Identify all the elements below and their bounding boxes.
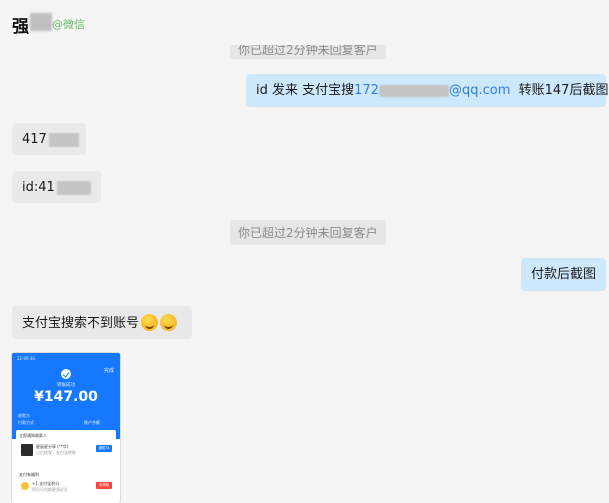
- payment-screenshot-image[interactable]: 22:09 4G 完成 转账成功 ¥147.00 收款方 付款方式 账户余额 立…: [12, 353, 120, 503]
- screenshot-row-label: 付款方式: [18, 420, 34, 425]
- message-text: id 发来 支付宝搜: [256, 83, 355, 98]
- screenshot-notify-card: 立即通知收款人 星辰星分享 (**华) 以后找我，支付宝转账 通知TA: [16, 430, 116, 466]
- incoming-message[interactable]: 417: [12, 123, 86, 155]
- card-title: 立即通知收款人: [19, 433, 47, 438]
- contact-name[interactable]: 强: [12, 12, 29, 37]
- redacted-name-blur: [30, 13, 52, 31]
- reward-subtitle: 积分可兑换更多好礼: [32, 487, 68, 492]
- success-check-icon: [61, 369, 71, 379]
- system-notice: 你已超过2分钟未回复客户: [230, 220, 386, 245]
- screenshot-row-label: 收款方: [18, 413, 30, 418]
- message-text: id:41: [22, 180, 55, 195]
- screenshot-reward-card: 支付有福利 +1 支付宝积分 积分可兑换更多好礼 去领取: [16, 469, 116, 503]
- incoming-message[interactable]: 支付宝搜索不到账号: [12, 306, 192, 339]
- chat-header: 强 @微信: [0, 0, 609, 44]
- screenshot-done-label: 完成: [103, 368, 114, 374]
- email-link-end[interactable]: @qq.com: [449, 83, 510, 98]
- outgoing-message[interactable]: 付款后截图: [521, 258, 606, 291]
- recipient-avatar: [21, 444, 33, 456]
- points-coin-icon: [21, 482, 29, 490]
- message-text: 转账147后截图: [518, 83, 609, 98]
- redacted-id-blur: [48, 132, 79, 147]
- card-title: 支付有福利: [19, 472, 39, 477]
- contact-source-label: @微信: [52, 18, 85, 31]
- screenshot-amount: ¥147.00: [34, 389, 98, 405]
- claim-button: 去领取: [96, 482, 112, 489]
- redacted-email-blur: [378, 84, 449, 97]
- screenshot-row-value: 账户余额: [84, 420, 100, 425]
- incoming-message[interactable]: id:41: [12, 171, 101, 203]
- crying-laughing-emoji-icon: [141, 314, 159, 331]
- message-text: 付款后截图: [531, 267, 597, 282]
- redacted-id-blur: [56, 180, 91, 195]
- screenshot-status-bar: 22:09 4G: [17, 356, 36, 361]
- notify-button: 通知TA: [96, 445, 112, 452]
- message-text: 417: [22, 132, 47, 147]
- screenshot-status-text: 转账成功: [57, 383, 75, 388]
- crying-laughing-emoji-icon: [160, 314, 178, 331]
- message-text: 支付宝搜索不到账号: [22, 316, 140, 331]
- recipient-subtitle: 以后找我，支付宝转账: [36, 450, 76, 455]
- outgoing-message[interactable]: id 发来 支付宝搜172 @qq.com 转账147后截图: [246, 74, 609, 107]
- email-link-start[interactable]: 172: [354, 83, 379, 98]
